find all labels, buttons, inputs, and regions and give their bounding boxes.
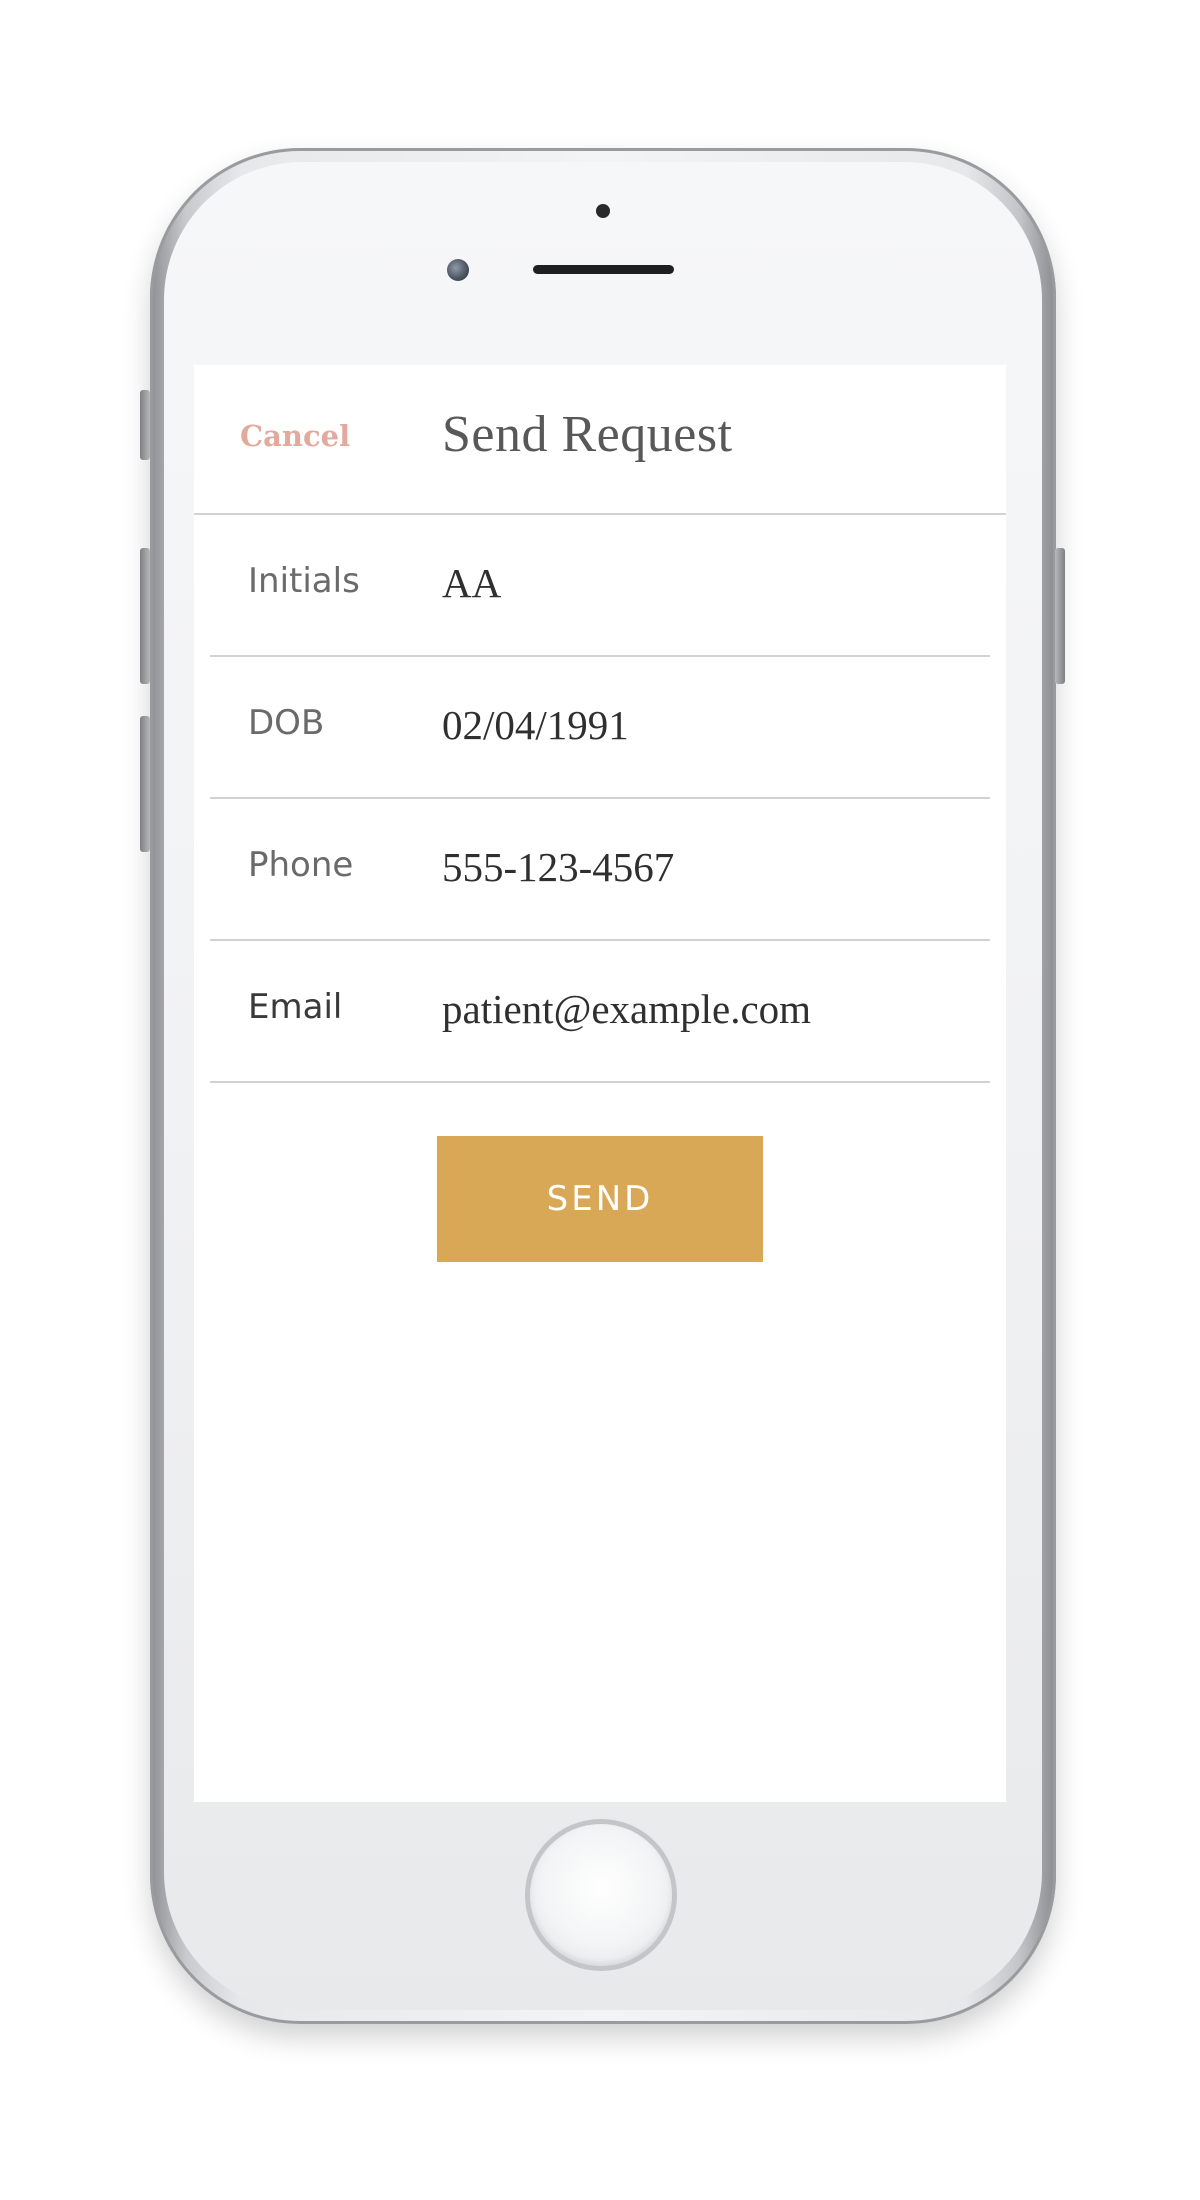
cancel-button[interactable]: Cancel [240,419,350,453]
initials-label: Initials [248,561,360,601]
form-row-phone: Phone 555-123-4567 [210,799,990,941]
dob-label: DOB [248,703,325,743]
send-button-label: SEND [546,1179,654,1219]
phone-field[interactable]: 555-123-4567 [442,843,982,891]
page-title: Send Request [442,406,733,463]
email-field[interactable]: patient@example.com [442,985,982,1033]
front-camera-icon [447,259,469,281]
mute-switch [140,390,150,460]
power-button [1055,548,1065,684]
form-row-email: Email patient@example.com [210,941,990,1083]
nav-bar: Cancel Send Request [194,365,1006,515]
send-button[interactable]: SEND [437,1136,763,1262]
initials-field[interactable]: AA [442,559,982,607]
dob-field[interactable]: 02/04/1991 [442,701,982,749]
phone-label: Phone [248,845,354,885]
form-row-initials: Initials AA [210,515,990,657]
volume-up-button [140,548,150,684]
home-button[interactable] [530,1824,672,1966]
proximity-sensor [596,204,610,218]
volume-down-button [140,716,150,852]
form-row-dob: DOB 02/04/1991 [210,657,990,799]
app-screen: Cancel Send Request Initials AA DOB 02/0… [194,365,1006,1802]
email-label: Email [248,987,343,1027]
earpiece-speaker [533,265,674,274]
